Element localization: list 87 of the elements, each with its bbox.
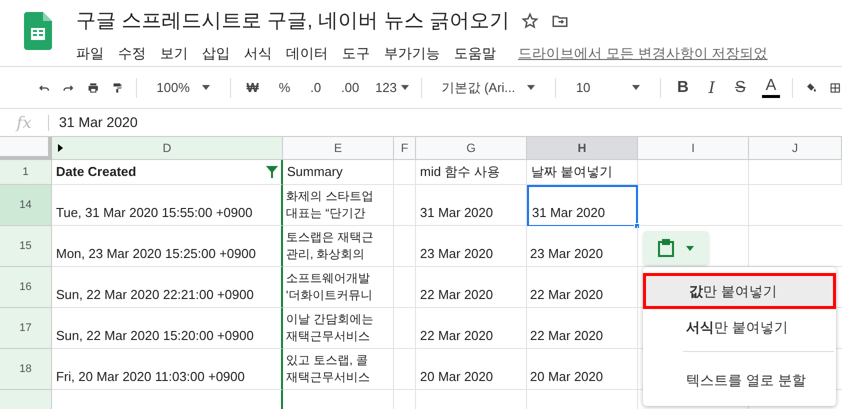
summary-text: 화제의 스타트업 [286,188,374,205]
percent-button[interactable]: % [274,78,294,98]
summary-text: 토스랩은 재택근 [286,229,374,246]
summary-text: 있고 토스랩, 콜 [286,352,370,369]
expand-arrow-icon[interactable] [58,144,63,152]
selected-cell[interactable]: 22 Mar 2020 [527,267,638,308]
cell-text: 22 Mar 2020 [420,286,493,304]
menu-item[interactable]: 서식 [244,43,272,64]
cell-text: 22 Mar 2020 [530,326,603,344]
caret-icon [400,85,409,90]
summary-text: '더화이트커뮤니 [286,287,374,304]
cell-text: 22 Mar 2020 [420,326,493,344]
star-icon[interactable] [521,12,540,30]
menu-item[interactable]: 부가기능 [384,43,440,64]
bold-button[interactable]: B [673,76,693,100]
selected-cell[interactable]: 23 Mar 2020 [527,226,638,267]
menu-item[interactable]: 보기 [160,43,188,64]
decrease-decimal-button[interactable]: .0 [306,78,326,98]
summary-text: 재택근무서비스 [286,369,371,386]
row-header[interactable]: 15 [0,226,52,267]
cell-text: Tue, 31 Mar 2020 15:55:00 +0900 [56,204,252,222]
column-header[interactable]: F [394,137,416,160]
cell-text: 날짜 붙여넣기 [531,163,613,182]
summary-text: 이날 간담회에는 [286,311,374,328]
menu-item[interactable]: 파일 [76,43,104,64]
caret-icon [632,85,640,90]
caret-icon [686,246,694,250]
selected-cell[interactable]: 22 Mar 2020 [527,308,638,349]
cell-text: Sun, 22 Mar 2020 15:20:00 +0900 [56,326,254,344]
row-header[interactable]: 1 [0,160,52,185]
row-header[interactable]: 14 [0,185,52,226]
cell-text: 22 Mar 2020 [530,286,603,304]
paste-options-button[interactable] [643,231,709,265]
cell-text: 23 Mar 2020 [530,244,603,262]
cell-text: Fri, 20 Mar 2020 11:03:00 +0900 [56,368,245,386]
column-header[interactable]: J [749,137,842,160]
cell-text: Date Created [56,163,136,182]
cell-text: mid 함수 사용 [420,163,500,182]
fx-label: fx [14,112,32,134]
menu-item[interactable]: 삽입 [202,43,230,64]
number-format-button[interactable]: 123 [375,78,409,98]
summary-text: 관리, 화상회의 [286,246,366,263]
menu-item[interactable]: 값만 붙여넣기 [643,273,836,309]
text-color-button[interactable]: A [762,77,780,98]
row-header[interactable]: 18 [0,349,52,390]
column-header[interactable]: D [52,137,283,160]
row-header[interactable]: 16 [0,267,52,308]
row-header[interactable]: 17 [0,308,52,349]
formula-input[interactable]: 31 Mar 2020 [59,112,138,133]
column-header[interactable]: I [638,137,749,160]
menu-item[interactable]: 도움말 [454,43,496,64]
font-dropdown[interactable]: 기본값 (Ari... [434,78,544,98]
cell-text: 23 Mar 2020 [420,244,493,262]
zoom-dropdown[interactable]: 100% [148,78,218,98]
italic-button[interactable]: I [704,76,719,100]
menu-item[interactable]: 도구 [342,43,370,64]
column-header[interactable]: G [416,137,527,160]
selected-cell[interactable]: 20 Mar 2020 [527,349,638,390]
cell-text: Summary [287,163,343,182]
cell-text: 31 Mar 2020 [532,204,605,222]
summary-text: 소프트웨어개발 [286,270,371,287]
clipboard-icon [658,239,674,257]
cell-text: Mon, 23 Mar 2020 15:25:00 +0900 [56,244,256,262]
filter-icon[interactable] [266,166,278,178]
caret-icon [202,85,210,90]
column-header[interactable]: H [527,137,638,160]
column-header[interactable]: E [283,137,394,160]
cell-text: 31 Mar 2020 [420,204,493,222]
sheets-logo-icon[interactable] [24,12,52,50]
cell-text: Sun, 22 Mar 2020 22:21:00 +0900 [56,286,254,304]
menu-item[interactable]: 텍스트를 열로 분할 [643,360,836,400]
save-status-link[interactable]: 드라이브에서 모든 변경사항이 저장되었 [518,43,768,64]
document-title[interactable]: 구글 스프레드시트로 구글, 네이버 뉴스 긁어오기 [76,6,510,36]
menu-item[interactable]: 데이터 [286,43,328,64]
cell-text: 20 Mar 2020 [420,368,493,386]
increase-decimal-button[interactable]: .00 [337,78,364,98]
font-size-dropdown[interactable]: 10 [568,78,648,98]
fill-handle[interactable] [634,223,640,229]
summary-text: 재택근무서비스 [286,328,371,345]
cell-text: 20 Mar 2020 [530,368,603,386]
menu-item[interactable]: 서식만 붙여넣기 [643,309,836,345]
menu-item[interactable]: 수정 [118,43,146,64]
selected-cell[interactable]: 31 Mar 2020 [527,185,638,226]
strikethrough-button[interactable]: S [731,76,750,100]
caret-icon [527,85,536,90]
currency-button[interactable]: ₩ [242,78,263,98]
summary-text: 대표는 “단기간 [286,205,366,222]
